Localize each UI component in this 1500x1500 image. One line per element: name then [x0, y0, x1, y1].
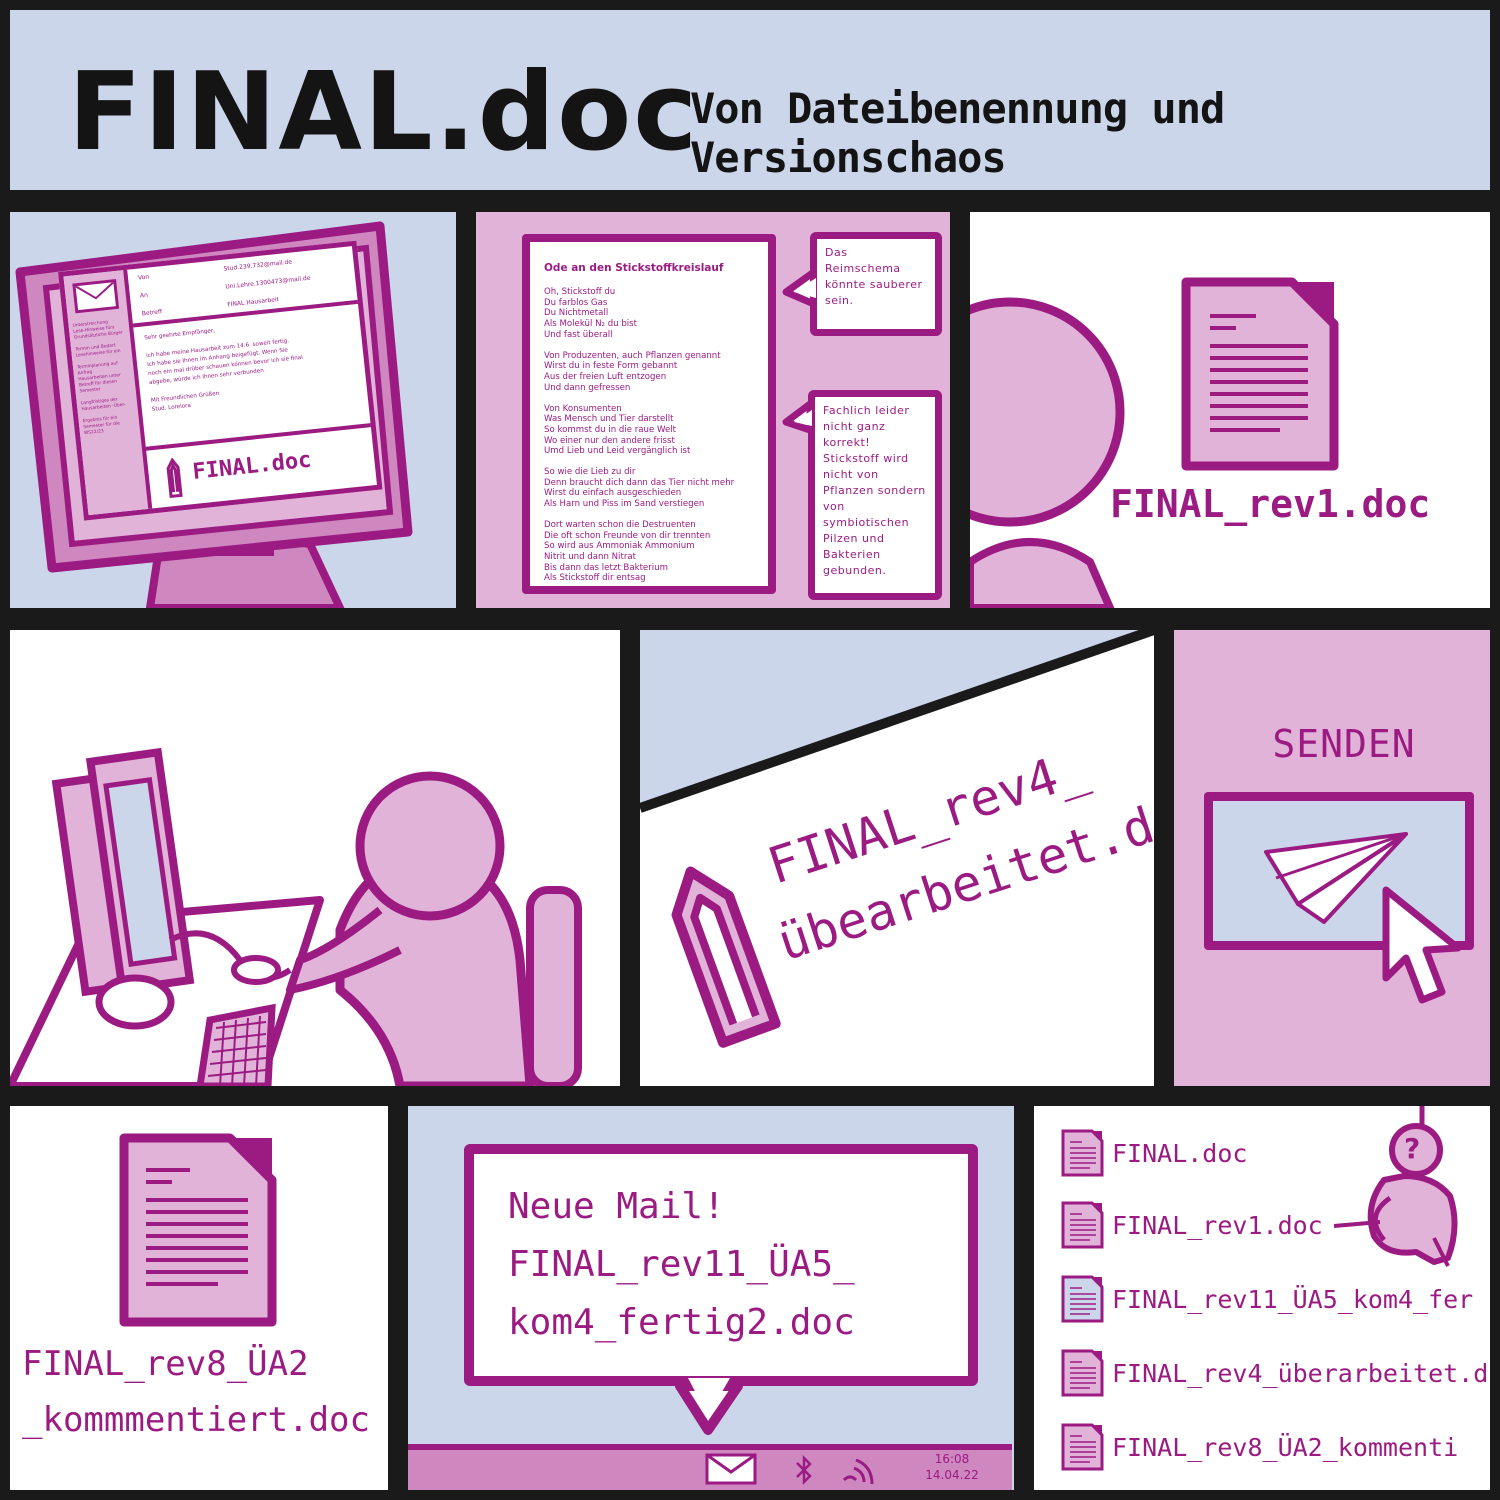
filename-rev8: FINAL_rev8_ÜA2 _kommmentiert.doc — [22, 1336, 382, 1448]
file-name: FINAL_rev8_ÜA2_kommenti — [1112, 1432, 1459, 1462]
taskbar: 16:08 14.04.22 — [408, 1444, 1012, 1490]
question-mark: ? — [1404, 1132, 1421, 1165]
file-name: FINAL_rev1.doc — [1112, 1210, 1323, 1240]
notification-bubble[interactable]: Neue Mail! FINAL_rev11_ÜA5_ kom4_fertig2… — [464, 1144, 978, 1386]
subject-label: Betreff — [141, 308, 163, 318]
subject-value: FINAL Hausarbeit — [227, 296, 280, 309]
comment-bubble-rhyme: Das Reimschema könnte sauberer sein. — [810, 232, 942, 336]
document-icon — [1061, 1201, 1104, 1249]
email-body: Sehr geehrte Empfänger, ich habe meine H… — [144, 312, 365, 415]
file-name: FINAL_rev11_ÜA5_kom4_fer — [1112, 1284, 1474, 1314]
cursor-icon — [1382, 886, 1462, 1004]
file-name: FINAL_rev4_überarbeitet.dc — [1112, 1358, 1490, 1388]
filename-rev8-line2: _kommmentiert.doc — [22, 1400, 370, 1440]
file-list-item[interactable]: FINAL.doc — [1060, 1128, 1247, 1178]
notification-heading: Neue Mail! — [508, 1186, 725, 1227]
poem-title: Ode an den Stickstoffkreislauf — [544, 261, 724, 274]
document-icon — [118, 1132, 278, 1328]
document-icon — [1061, 1129, 1104, 1177]
file-list-item[interactable]: FINAL_rev1.doc — [1060, 1200, 1323, 1250]
file-list-item[interactable]: FINAL_rev4_überarbeitet.dc — [1060, 1348, 1490, 1398]
document-icon — [1061, 1275, 1104, 1323]
panel-file-list: ? FINAL.doc FINAL_rev1.doc FINAL_rev11_Ü… — [1034, 1106, 1490, 1490]
panel-poem: Ode an den Stickstoffkreislauf Oh, Sticks… — [476, 212, 950, 608]
filename-rev8-line1: FINAL_rev8_ÜA2 — [22, 1344, 309, 1384]
attachment-filename: FINAL.doc — [191, 447, 313, 485]
from-label: Von — [137, 273, 150, 282]
bluetooth-icon[interactable] — [792, 1454, 816, 1488]
file-name: FINAL.doc — [1112, 1138, 1248, 1168]
to-value: Uni.Lehre.1300473@mail.de — [225, 274, 311, 291]
page-title: FINAL.doc — [68, 50, 700, 175]
poem-document: Ode an den Stickstoffkreislauf Oh, Sticks… — [522, 234, 776, 594]
panel-new-mail: Neue Mail! FINAL_rev11_ÜA5_ kom4_fertig2… — [408, 1106, 1014, 1490]
notification-filename-line2: kom4_fertig2.doc — [508, 1302, 855, 1343]
poem-body: Oh, Stickstoff du Du farblos Gas Du Nich… — [544, 287, 735, 584]
panel-email-monitor: Unterstreichung Lese-Hinweise fürs Grund… — [10, 212, 456, 608]
to-label: An — [139, 291, 149, 300]
from-value: Stud.239.732@mail.de — [223, 258, 293, 273]
clock-date: 14.04.22 — [925, 1468, 979, 1482]
mail-icon — [72, 278, 120, 314]
document-icon — [1061, 1423, 1104, 1471]
file-list-item[interactable]: FINAL_rev11_ÜA5_kom4_fer — [1060, 1274, 1473, 1324]
clock-time: 16:08 — [934, 1452, 970, 1466]
comment-bubble-facts: Fachlich leider nicht ganz korrekt! Stic… — [808, 390, 942, 600]
paperclip-icon — [166, 457, 183, 499]
document-icon — [1061, 1349, 1104, 1397]
title-panel: FINAL.doc Von Dateibenennung und Version… — [10, 10, 1490, 190]
panel-rev8: FINAL_rev8_ÜA2 _kommmentiert.doc — [10, 1106, 388, 1490]
person-at-computer-illustration — [10, 747, 582, 1086]
filename-rev1: FINAL_rev1.doc — [1110, 482, 1431, 526]
mail-icon[interactable] — [704, 1452, 758, 1486]
wifi-icon[interactable] — [840, 1452, 880, 1486]
send-icons — [1264, 832, 1462, 1004]
file-list-item[interactable]: FINAL_rev8_ÜA2_kommenti — [1060, 1422, 1458, 1472]
panel-desk — [10, 630, 620, 1086]
email-window: Unterstreichung Lese-Hinweise fürs Grund… — [58, 240, 383, 521]
page-subtitle: Von Dateibenennung und Versionschaos — [690, 84, 1225, 182]
document-icon — [1180, 276, 1340, 472]
panel-rev1: FINAL_rev1.doc — [970, 212, 1490, 608]
panel-send: SENDEN — [1174, 630, 1490, 1086]
panel-rev4: FINAL_rev4_ übearbeitet.doc — [640, 630, 1154, 1086]
notification-filename-line1: FINAL_rev11_ÜA5_ — [508, 1244, 855, 1285]
